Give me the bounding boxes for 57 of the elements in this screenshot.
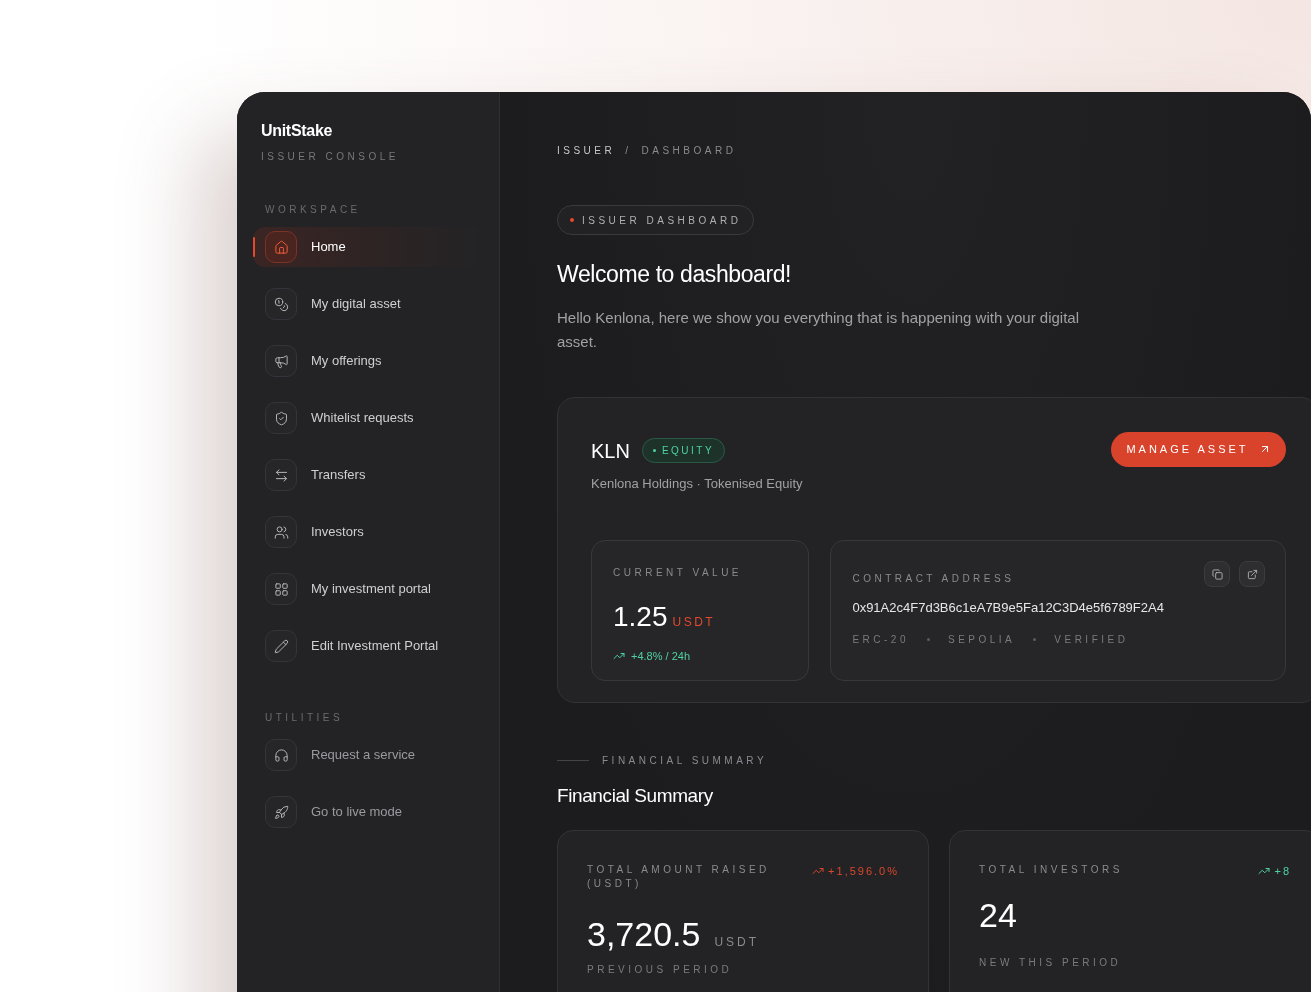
external-link-button[interactable] — [1239, 561, 1265, 587]
stat-footer: NEW THIS PERIOD — [979, 954, 1291, 970]
asset-tag: EQUITY — [641, 438, 726, 463]
nav-item[interactable]: Edit Investment Portal — [253, 626, 483, 666]
value-change: +4.8% / 24h — [631, 649, 691, 664]
nav-item[interactable]: My investment portal — [253, 569, 483, 609]
intro-text: Hello Kenlona, here we show you everything that is happening with your digital asset. — [557, 307, 1080, 352]
users-icon — [273, 524, 289, 540]
nav-item[interactable]: Transfers — [253, 455, 483, 495]
nav-item[interactable]: My offerings — [253, 341, 483, 381]
contract-meta: SEPOLIA — [948, 632, 1016, 647]
megaphone-icon — [273, 353, 289, 369]
asset-description: Kenlona Holdings · Tokenised Equity — [591, 474, 803, 493]
nav-item[interactable]: Whitelist requests — [253, 398, 483, 438]
nav-item[interactable]: Investors — [253, 512, 483, 552]
stat-change: +8 — [1274, 864, 1291, 879]
external-link-icon — [1246, 568, 1258, 580]
headphones-icon — [273, 747, 289, 763]
house-icon — [273, 239, 289, 255]
page-heading: Welcome to dashboard! — [557, 260, 793, 289]
shield-check-icon — [273, 410, 289, 426]
arrows-icon — [273, 467, 289, 483]
copy-button[interactable] — [1204, 561, 1230, 587]
stat-footer: PREVIOUS PERIOD — [587, 962, 899, 977]
copy-icon — [1211, 568, 1223, 580]
pencil-icon — [273, 638, 289, 654]
breadcrumb-item[interactable]: DASHBOARD — [641, 143, 737, 158]
stat-change: +1,596.0% — [828, 864, 899, 879]
brand-name: UnitStake — [261, 121, 334, 141]
contract-meta: ERC-20 — [852, 632, 909, 647]
section-eyebrow: FINANCIAL SUMMARY — [602, 753, 768, 768]
stat-value: 24 — [979, 894, 1017, 936]
breadcrumb-item[interactable]: ISSUER — [557, 143, 616, 158]
manage-asset-button[interactable]: MANAGE ASSET — [1111, 431, 1286, 467]
rocket-icon — [273, 804, 289, 820]
nav-item[interactable]: My digital asset — [253, 284, 483, 324]
stat-label: TOTAL AMOUNT RAISED (USDT) — [587, 863, 771, 891]
value-amount: 1.25 — [613, 600, 668, 634]
contract-meta: VERIFIED — [1054, 632, 1129, 647]
stat-label: TOTAL INVESTORS — [979, 863, 1124, 877]
section-title: UTILITIES — [264, 711, 345, 725]
coins-icon — [273, 296, 289, 312]
nav-item[interactable]: Request a service — [253, 735, 483, 775]
brand-subtitle: ISSUER CONSOLE — [261, 150, 400, 164]
stat-unit: USDT — [714, 934, 760, 951]
asset-ticker: KLN — [591, 438, 630, 464]
contract-address: 0x91A2c4F7d3B6c1eA7B9e5Fa12C3D4e5f6789F2A4 — [852, 599, 1165, 617]
contract-label: CONTRACT ADDRESS — [852, 571, 1015, 586]
breadcrumb-item: / — [625, 144, 632, 158]
grid-icon — [273, 581, 289, 597]
section-heading: Financial Summary — [557, 783, 714, 808]
value-unit: USDT — [672, 614, 716, 631]
value-label: CURRENT VALUE — [613, 566, 744, 580]
page-badge: ISSUER DASHBOARD — [557, 205, 755, 235]
section-title: WORKSPACE — [264, 203, 362, 217]
nav-item[interactable]: Go to live mode — [253, 792, 483, 832]
stat-value: 3,720.5 — [587, 914, 701, 955]
